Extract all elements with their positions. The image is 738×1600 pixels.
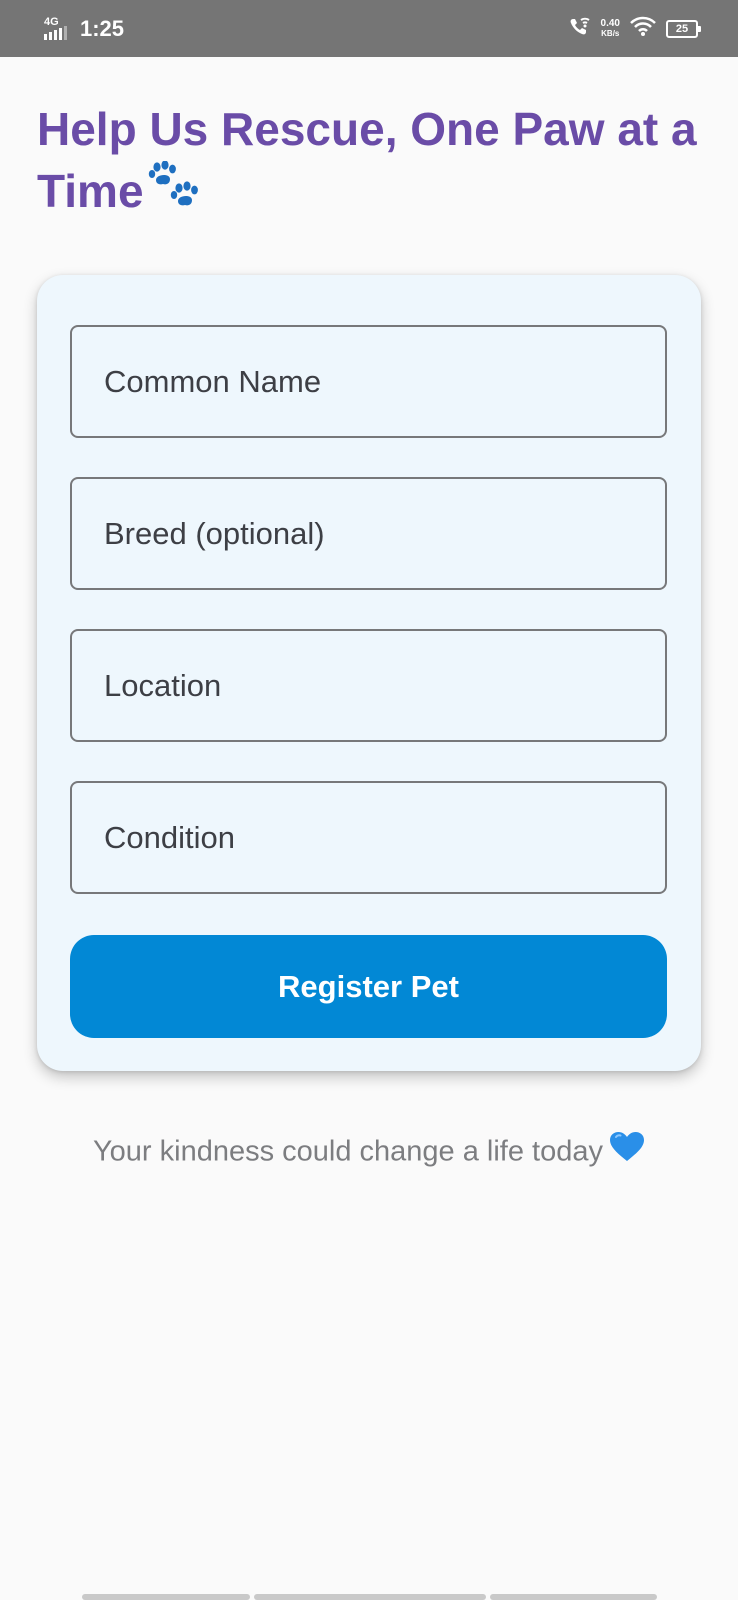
register-pet-button[interactable]: Register Pet [70, 935, 667, 1038]
nav-indicator-home[interactable] [254, 1594, 486, 1600]
paw-prints-icon [148, 160, 202, 228]
wifi-calling-icon [569, 16, 591, 41]
blue-heart-icon [609, 1131, 645, 1171]
common-name-input[interactable] [70, 325, 667, 438]
battery-icon: 25 [666, 19, 701, 38]
navigation-bar [82, 1594, 657, 1600]
wifi-icon [630, 16, 656, 41]
status-bar-left: 4G 1:25 [42, 14, 124, 44]
nav-indicator-left[interactable] [82, 1594, 250, 1600]
page-title-text: Help Us Rescue, One Paw at a Time [37, 103, 697, 217]
status-bar: 4G 1:25 0.40 KB/s 25 [0, 0, 738, 57]
condition-input[interactable] [70, 781, 667, 894]
page-title: Help Us Rescue, One Paw at a Time [37, 98, 717, 228]
status-bar-right: 0.40 KB/s 25 [569, 16, 701, 41]
battery-level: 25 [675, 22, 689, 35]
network-speed-unit: KB/s [601, 29, 620, 38]
network-speed-value: 0.40 [600, 18, 620, 29]
location-input[interactable] [70, 629, 667, 742]
nav-indicator-right[interactable] [490, 1594, 657, 1600]
pet-registration-card: Register Pet [37, 275, 701, 1071]
status-time: 1:25 [80, 16, 125, 41]
breed-input[interactable] [70, 477, 667, 590]
signal-icon: 4G [42, 16, 74, 42]
network-speed: 0.40 KB/s [600, 18, 620, 39]
kindness-message: Your kindness could change a life today [0, 1131, 738, 1173]
kindness-message-text: Your kindness could change a life today [92, 1135, 603, 1168]
